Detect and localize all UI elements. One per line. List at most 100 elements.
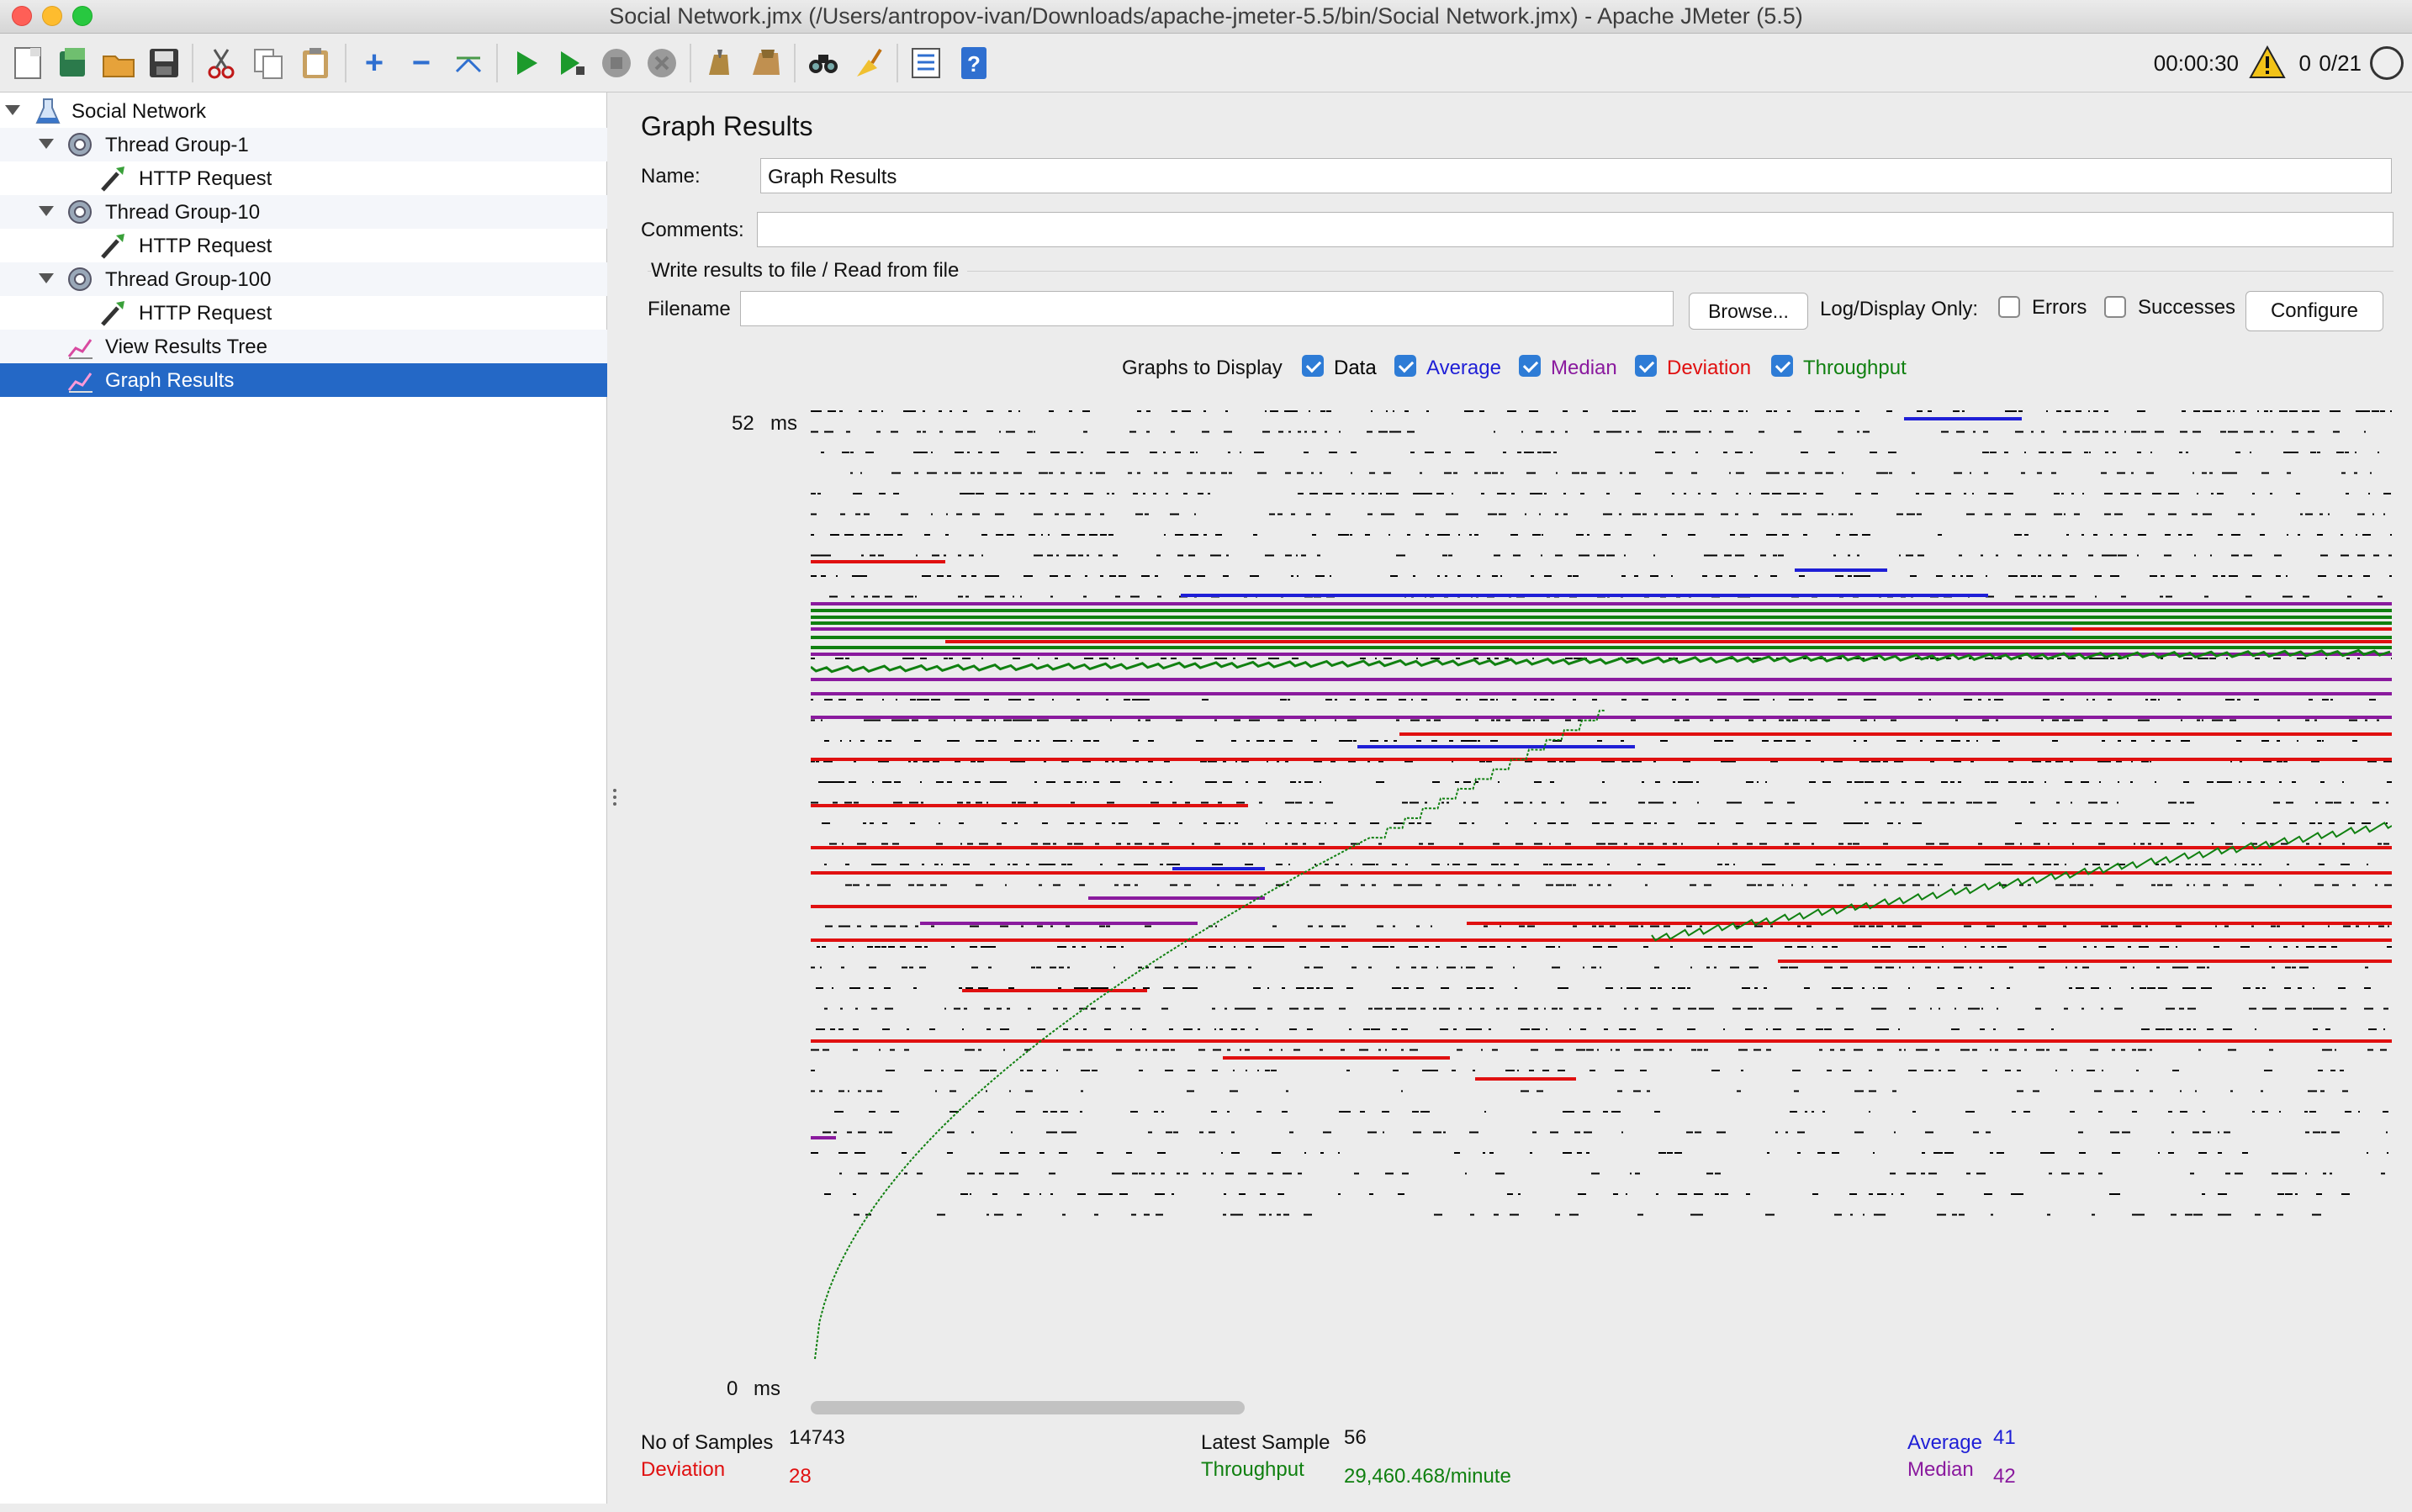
svg-text:?: ? xyxy=(967,51,981,77)
data-point xyxy=(902,658,909,659)
expand-icon[interactable]: + xyxy=(355,44,394,82)
paste-icon[interactable] xyxy=(296,44,335,82)
warning-icon[interactable] xyxy=(2249,45,2286,79)
clear-all-icon[interactable] xyxy=(747,44,785,82)
data-point xyxy=(1294,410,1298,412)
data-point xyxy=(1758,884,1762,886)
data-point xyxy=(995,513,1004,515)
collapse-icon[interactable]: − xyxy=(402,44,441,82)
data-point xyxy=(1984,472,1988,474)
reset-search-icon[interactable] xyxy=(849,44,888,82)
data-point xyxy=(1995,1049,1998,1051)
tree-item-test-plan[interactable]: Social Network xyxy=(0,94,607,128)
average-checkbox[interactable] xyxy=(1394,355,1416,377)
data-point xyxy=(1063,1028,1068,1030)
data-point xyxy=(1832,987,1841,989)
data-point xyxy=(2294,1172,2297,1175)
errors-checkbox[interactable] xyxy=(1998,296,2020,318)
collapse-arrow-icon[interactable] xyxy=(39,139,54,149)
data-point xyxy=(1657,1028,1663,1030)
help-icon[interactable]: ? xyxy=(954,44,992,82)
tree-item-graph-results[interactable]: Graph Results xyxy=(0,363,607,397)
data-point xyxy=(1061,472,1065,474)
tree-item-thread-group-1[interactable]: Thread Group-1 xyxy=(0,128,607,161)
data-point xyxy=(2304,1111,2308,1113)
data-point xyxy=(1832,513,1833,515)
data-point xyxy=(2384,884,2389,886)
tree-item-view-results-tree[interactable]: View Results Tree xyxy=(0,330,607,363)
data-point xyxy=(1862,575,1870,577)
search-icon[interactable] xyxy=(804,44,843,82)
data-point xyxy=(900,864,909,865)
data-point xyxy=(970,1193,971,1195)
deviation-checkbox[interactable] xyxy=(1635,355,1657,377)
split-pane-divider[interactable] xyxy=(607,93,622,1504)
configure-button[interactable]: Configure xyxy=(2245,291,2383,331)
data-point xyxy=(2075,966,2077,969)
graph-horizontal-scrollbar[interactable] xyxy=(811,1401,1245,1414)
data-point xyxy=(1664,925,1670,928)
copy-icon[interactable] xyxy=(249,44,288,82)
data-point xyxy=(2242,822,2245,824)
clear-icon[interactable] xyxy=(700,44,738,82)
new-icon[interactable] xyxy=(8,44,47,82)
median-label: Median xyxy=(1907,1458,1974,1481)
successes-checkbox[interactable] xyxy=(2104,296,2126,318)
data-point xyxy=(1050,966,1056,969)
save-icon[interactable] xyxy=(145,44,183,82)
start-icon[interactable] xyxy=(506,44,545,82)
data-point xyxy=(1547,822,1556,824)
browse-button[interactable]: Browse... xyxy=(1689,293,1808,330)
data-point xyxy=(1325,513,1330,515)
data-point xyxy=(2317,534,2323,536)
data-point xyxy=(1526,472,1534,474)
throughput-checkbox[interactable] xyxy=(1771,355,1793,377)
data-point xyxy=(1531,452,1534,453)
cut-icon[interactable] xyxy=(202,44,241,82)
data-point xyxy=(1580,493,1584,494)
data-point xyxy=(901,513,908,515)
data-point xyxy=(811,966,815,969)
data-point xyxy=(1555,1213,1560,1216)
remote-globe-icon[interactable] xyxy=(2370,46,2404,80)
tree-item-http-request-1[interactable]: HTTP Request xyxy=(0,161,607,195)
data-point xyxy=(2336,452,2344,453)
data-point xyxy=(918,452,928,453)
open-icon[interactable] xyxy=(99,44,138,82)
data-point xyxy=(912,719,918,722)
filename-field[interactable] xyxy=(740,291,1674,326)
start-no-pauses-icon[interactable] xyxy=(552,44,590,82)
data-point xyxy=(932,554,939,557)
data-point xyxy=(2151,884,2155,886)
collapse-arrow-icon[interactable] xyxy=(39,206,54,216)
data-point xyxy=(1505,801,1508,804)
data-point xyxy=(1500,472,1504,474)
data-point xyxy=(1229,472,1232,474)
tree-item-http-request-10[interactable]: HTTP Request xyxy=(0,229,607,262)
templates-icon[interactable] xyxy=(54,44,93,82)
toggle-icon[interactable] xyxy=(449,44,488,82)
data-point xyxy=(1859,925,1865,928)
function-helper-icon[interactable] xyxy=(907,44,945,82)
tree-item-thread-group-100[interactable]: Thread Group-100 xyxy=(0,262,607,296)
data-point xyxy=(994,719,996,722)
collapse-arrow-icon[interactable] xyxy=(39,273,54,283)
data-point xyxy=(1672,699,1676,700)
comments-field[interactable] xyxy=(757,212,2393,247)
data-point xyxy=(1468,864,1477,865)
data-point xyxy=(1161,658,1166,659)
tree-item-thread-group-10[interactable]: Thread Group-10 xyxy=(0,195,607,229)
data-point xyxy=(1009,1172,1018,1175)
tree-item-http-request-100[interactable]: HTTP Request xyxy=(0,296,607,330)
collapse-arrow-icon[interactable] xyxy=(5,105,20,115)
data-checkbox[interactable] xyxy=(1302,355,1324,377)
data-point xyxy=(2295,1193,2298,1195)
data-point xyxy=(1894,452,1896,453)
median-checkbox[interactable] xyxy=(1519,355,1541,377)
data-point xyxy=(937,575,944,577)
data-point xyxy=(1921,1172,1925,1175)
name-field[interactable]: Graph Results xyxy=(760,158,2392,193)
data-point xyxy=(1289,1007,1299,1010)
data-point xyxy=(1461,740,1470,742)
data-point xyxy=(1296,987,1304,989)
